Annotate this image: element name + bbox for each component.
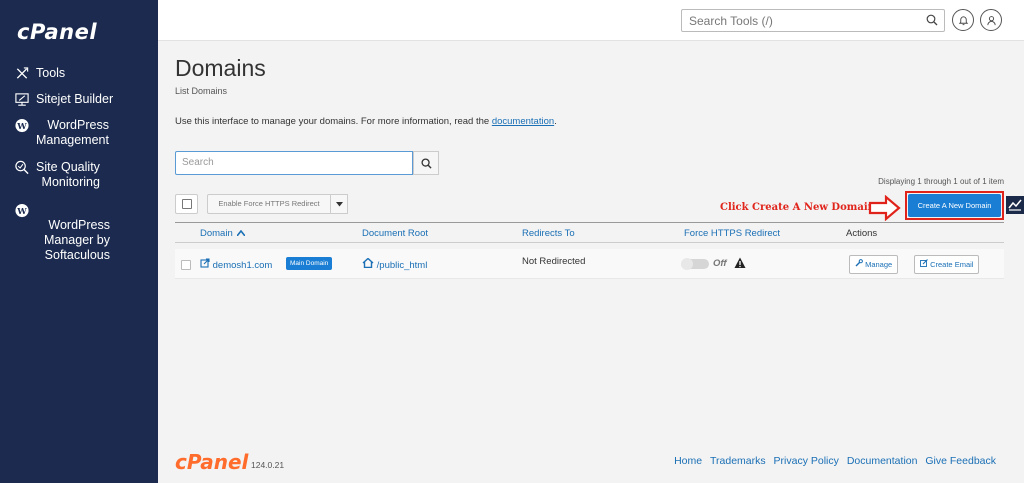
sitejet-icon	[14, 92, 30, 107]
sidebar-item-wordpress-softaculous[interactable]: W WordPress Manager by Softaculous	[14, 203, 110, 278]
manage-label: Manage	[865, 260, 893, 269]
domain-search-button[interactable]	[413, 151, 439, 175]
column-actions: Actions	[846, 228, 878, 239]
column-force-https[interactable]: Force HTTPS Redirect	[684, 228, 780, 239]
enable-force-https-button[interactable]: Enable Force HTTPS Redirect	[207, 194, 331, 214]
cpanel-logo[interactable]: cPanel	[17, 20, 97, 44]
create-email-label: Create Email	[930, 260, 974, 269]
warning-icon	[734, 257, 746, 268]
footer-link-documentation[interactable]: Documentation	[847, 455, 918, 467]
sidebar-item-label: Site Quality Monitoring	[36, 160, 100, 189]
sidebar-item-wordpress-management[interactable]: W WordPress Management	[14, 118, 109, 148]
search-tools-placeholder: Search Tools (/)	[689, 14, 773, 28]
documentation-link[interactable]: documentation	[492, 116, 554, 127]
svg-text:W: W	[16, 121, 27, 131]
softaculous-label: WordPress Manager by Softaculous	[43, 218, 110, 262]
sidebar-item-label: WordPress Management	[36, 118, 109, 147]
redirects-to-value: Not Redirected	[522, 256, 586, 267]
force-https-dropdown-toggle[interactable]	[331, 194, 348, 214]
wrench-icon	[855, 259, 863, 267]
sidebar-item-tools[interactable]: Tools	[14, 66, 65, 81]
wordpress-icon: W	[14, 118, 30, 133]
manage-button[interactable]: Manage	[849, 255, 899, 274]
domains-table-header: Domain Document Root Redirects To Force …	[175, 222, 1004, 243]
row-checkbox[interactable]	[181, 260, 191, 270]
footer-link-home[interactable]: Home	[674, 455, 702, 467]
svg-text:W: W	[16, 206, 27, 216]
create-new-domain-button[interactable]: Create A New Domain	[908, 194, 1001, 217]
search-icon	[926, 14, 938, 26]
sidebar-item-label: Sitejet Builder	[36, 92, 114, 106]
footer-version: 124.0.21	[251, 460, 285, 470]
main-domain-badge: Main Domain	[286, 257, 333, 270]
domain-name: demosh1.com	[212, 260, 273, 271]
sidebar-item-sitejet[interactable]: Sitejet Builder	[14, 92, 113, 107]
chart-icon[interactable]	[1006, 196, 1024, 214]
create-email-button[interactable]: Create Email	[914, 255, 980, 274]
footer-link-trademarks[interactable]: Trademarks	[710, 455, 766, 467]
document-root-path: /public_html	[376, 260, 428, 271]
intro-text-body: Use this interface to manage your domain…	[175, 116, 492, 127]
sidebar: cPanel Tools Sitejet Builder W WordPress…	[0, 0, 158, 483]
edit-icon	[920, 259, 928, 267]
sidebar-item-label: Tools	[36, 66, 66, 80]
sort-up-icon	[236, 229, 247, 237]
page-subtitle: List Domains	[175, 86, 228, 96]
document-root-link[interactable]: /public_html	[362, 257, 428, 271]
toggle-knob	[681, 258, 693, 270]
notifications-button[interactable]	[952, 9, 974, 31]
select-all-checkbox[interactable]	[182, 199, 192, 209]
footer-cpanel-logo[interactable]: cPanel	[175, 450, 248, 474]
sidebar-item-label: WordPress Manager by Softaculous	[36, 203, 110, 278]
bell-icon	[958, 15, 968, 25]
intro-text-end: .	[554, 116, 557, 127]
column-domain[interactable]: Domain	[200, 228, 247, 239]
search-tools-input[interactable]: Search Tools (/)	[681, 9, 945, 32]
footer-links: Home Trademarks Privacy Policy Documenta…	[669, 455, 996, 467]
domain-search-input[interactable]: Search	[175, 151, 413, 175]
sidebar-item-site-quality[interactable]: Site Quality Monitoring	[14, 160, 100, 190]
footer-link-privacy-policy[interactable]: Privacy Policy	[774, 455, 839, 467]
user-menu-button[interactable]	[980, 9, 1002, 31]
page-title: Domains	[175, 55, 266, 81]
footer-link-give-feedback[interactable]: Give Feedback	[925, 455, 996, 467]
external-link-icon	[200, 258, 210, 268]
home-icon	[362, 257, 374, 269]
table-row: demosh1.com Main Domain /public_html Not…	[175, 249, 1004, 279]
column-domain-label: Domain	[200, 228, 233, 239]
annotation-arrow-icon	[868, 195, 901, 221]
tools-icon	[14, 66, 30, 81]
force-https-status: Off	[713, 258, 727, 269]
search-icon	[420, 157, 432, 169]
site-quality-icon	[14, 160, 30, 175]
column-redirects-to[interactable]: Redirects To	[522, 228, 575, 239]
user-icon	[986, 15, 996, 25]
domain-link[interactable]: demosh1.com	[200, 258, 272, 271]
wordpress-icon: W	[14, 203, 30, 218]
annotation-text: Click Create A New Domain	[720, 202, 875, 213]
pagination-summary: Displaying 1 through 1 out of 1 item	[878, 177, 1004, 186]
intro-text: Use this interface to manage your domain…	[175, 116, 557, 127]
select-all-checkbox-wrap[interactable]	[175, 194, 198, 214]
caret-down-icon	[335, 202, 343, 207]
column-document-root[interactable]: Document Root	[362, 228, 428, 239]
